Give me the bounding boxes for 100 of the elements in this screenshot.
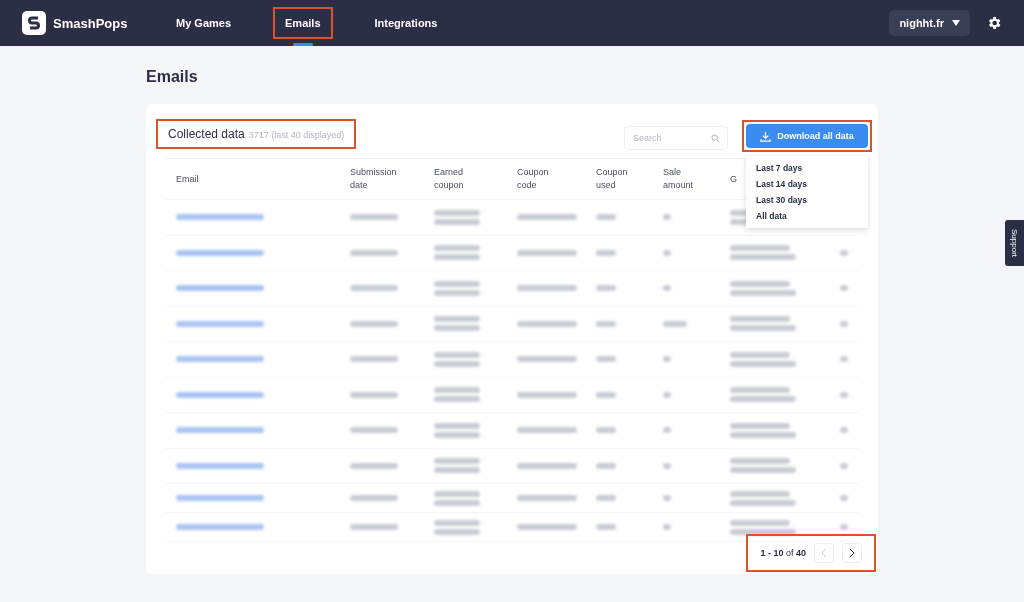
blurred-text [517, 356, 577, 363]
blurred-text [434, 499, 480, 506]
column-header: Email [176, 172, 199, 186]
blurred-text [596, 391, 616, 398]
brand-name: SmashPops [53, 15, 128, 31]
blurred-text [596, 249, 616, 256]
blurred-text [350, 249, 398, 256]
menu-item[interactable]: All data [746, 208, 868, 224]
blurred-text [434, 280, 480, 287]
caret-icon [952, 20, 960, 26]
blurred-text [596, 214, 616, 221]
nav-link[interactable]: My Games [166, 9, 242, 37]
column-header: Earned coupon [434, 166, 465, 192]
blurred-text [517, 495, 577, 501]
blurred-text [517, 391, 577, 398]
blurred-text [434, 528, 480, 535]
blurred-text [840, 285, 848, 292]
blurred-text [730, 422, 790, 429]
blurred-text [730, 316, 790, 323]
blurred-text [350, 524, 398, 530]
blurred-text [840, 427, 848, 434]
blurred-text [596, 320, 616, 327]
blurred-text [350, 320, 398, 327]
column-header: Coupon code [517, 166, 550, 192]
blurred-text [517, 427, 577, 434]
logo-icon [22, 11, 46, 35]
blurred-text [730, 499, 796, 506]
blurred-text [730, 254, 796, 261]
previous-page-button[interactable] [814, 543, 834, 563]
blurred-text [730, 490, 790, 497]
account-dropdown[interactable]: nighht.fr [889, 10, 970, 36]
pagination-text: 1 - 10 of 40 [760, 548, 806, 558]
blurred-text [350, 462, 398, 469]
column-header: Sale amount [663, 166, 695, 192]
blurred-text [434, 245, 480, 252]
blurred-text [517, 524, 577, 530]
blurred-text [730, 325, 796, 332]
blurred-text [840, 320, 848, 327]
support-tab[interactable]: Support [1005, 220, 1024, 266]
blurred-text [730, 387, 790, 394]
blurred-text [434, 431, 480, 438]
blurred-text [730, 351, 790, 358]
settings-icon[interactable] [986, 15, 1002, 31]
column-header: Submission date [350, 166, 398, 192]
blurred-text [350, 495, 398, 501]
blurred-text [730, 431, 796, 438]
search-field[interactable]: Search [624, 126, 728, 150]
blurred-text [434, 289, 480, 296]
blurred-text [434, 325, 480, 332]
blurred-text [434, 360, 480, 367]
blurred-text [730, 467, 796, 474]
blurred-text [350, 427, 398, 434]
card-title: Collected data [168, 127, 245, 141]
blurred-text [350, 356, 398, 363]
blurred-text [730, 528, 796, 535]
blurred-text [840, 524, 848, 530]
column-header: G [730, 172, 737, 186]
blurred-text [596, 285, 616, 292]
blurred-text [434, 209, 480, 216]
blurred-text [840, 249, 848, 256]
blurred-text [517, 285, 577, 292]
blurred-text [730, 280, 790, 287]
blurred-text [434, 218, 480, 225]
blurred-text [730, 396, 796, 403]
blurred-text [517, 249, 577, 256]
menu-item[interactable]: Last 14 days [746, 176, 868, 192]
blurred-text [840, 391, 848, 398]
next-page-button[interactable] [842, 543, 862, 563]
blurred-text [517, 214, 577, 221]
chevron-right-icon [849, 549, 855, 557]
menu-item[interactable]: Last 7 days [746, 160, 868, 176]
record-count: 3717 (last 40 displayed) [248, 130, 345, 140]
active-indicator [292, 43, 313, 46]
blurred-text [730, 360, 796, 367]
nav-link[interactable]: Integrations [364, 9, 448, 37]
blurred-text [434, 458, 480, 465]
blurred-text [434, 490, 480, 497]
blurred-text [350, 214, 398, 221]
blurred-text [434, 387, 480, 394]
blurred-text [350, 391, 398, 398]
blurred-text [596, 462, 616, 469]
blurred-text [840, 462, 848, 469]
download-icon [760, 130, 772, 142]
menu-item[interactable]: Last 30 days [746, 192, 868, 208]
blurred-text [840, 495, 848, 501]
blurred-text [730, 519, 790, 526]
blurred-text [434, 467, 480, 474]
chevron-left-icon [821, 549, 827, 557]
blurred-text [434, 396, 480, 403]
blurred-text [517, 462, 577, 469]
blurred-text [350, 285, 398, 292]
nav-link[interactable]: Emails [275, 9, 331, 37]
blurred-text [434, 254, 480, 261]
blurred-text [730, 289, 796, 296]
blurred-text [730, 245, 790, 252]
blurred-text [434, 519, 480, 526]
column-header: Coupon used [596, 166, 629, 192]
search-icon [711, 134, 720, 143]
blurred-text [596, 524, 616, 530]
blurred-text [596, 356, 616, 363]
